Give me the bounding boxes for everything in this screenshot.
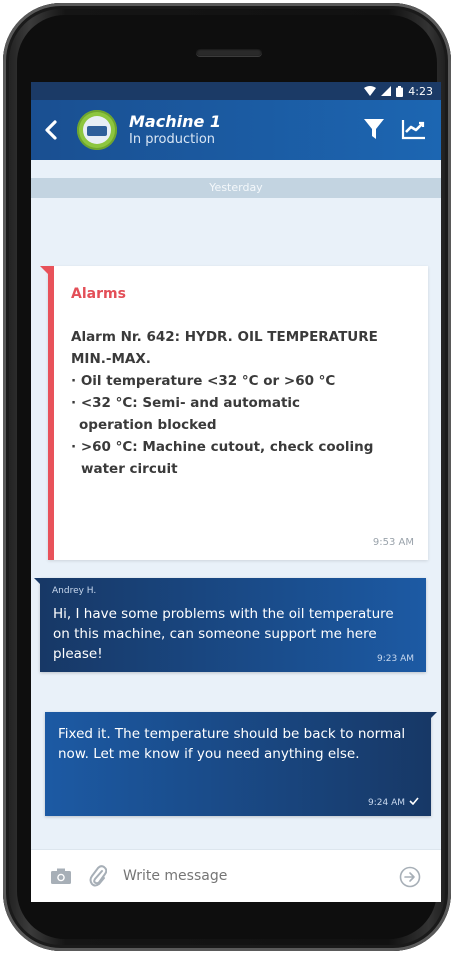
alarm-line: · Oil temperature <32 °C or >60 °C [71,373,336,389]
alarm-card[interactable]: Alarms Alarm Nr. 642: HYDR. OIL TEMPERAT… [40,266,428,560]
message-time: 9:23 AM [377,654,414,664]
trend-chart-icon[interactable] [401,118,427,144]
battery-icon [396,85,404,97]
alarm-line: MIN.-MAX. [71,351,151,367]
message-text: Fixed it. The temperature should be back… [58,726,406,762]
check-icon [409,797,419,808]
header-titles[interactable]: Machine 1 In production [129,113,221,147]
send-icon[interactable] [399,866,421,888]
phone-speaker [196,48,262,56]
incoming-message[interactable]: Andrey H. Hi, I have some problems with … [34,578,426,672]
message-input[interactable] [121,867,345,885]
filter-icon[interactable] [363,117,385,145]
alarm-title: Alarms [71,286,126,302]
message-sender: Andrey H. [52,586,97,596]
alarm-timestamp: 9:53 AM [372,537,414,548]
status-bar: 4:23 [31,82,441,100]
signal-icon [381,86,392,96]
app-screen: 4:23 Machine 1 In production Yesterday A… [31,82,441,902]
alarm-body: Alarm Nr. 642: HYDR. OIL TEMPERATURE MIN… [71,326,411,480]
alarm-line: · >60 °C: Machine cutout, check cooling [71,439,374,455]
machine-status: In production [129,131,216,147]
message-text: Hi, I have some problems with the oil te… [53,606,394,662]
paperclip-icon[interactable] [89,865,107,887]
machine-avatar[interactable] [77,110,117,150]
message-time: 9:24 AM [368,797,405,808]
alarm-line: · <32 °C: Semi- and automatic [71,395,301,411]
camera-icon[interactable] [51,868,71,884]
day-separator: Yesterday [31,178,441,198]
wifi-icon [364,86,377,96]
back-arrow-icon[interactable] [31,100,71,160]
message-timestamp: 9:24 AM [368,797,419,808]
message-timestamp: 9:23 AM [377,654,414,664]
alarm-line: operation blocked [79,417,217,433]
outgoing-message[interactable]: Fixed it. The temperature should be back… [45,712,437,816]
chat-area[interactable]: Yesterday Alarms Alarm Nr. 642: HYDR. OI… [31,160,441,850]
page-title: Machine 1 [129,112,222,132]
message-composer [31,849,441,902]
alarm-line: Alarm Nr. 642: HYDR. OIL TEMPERATURE [71,329,378,345]
alarm-line: water circuit [81,461,178,477]
status-time: 4:23 [408,84,433,98]
app-bar: Machine 1 In production [31,100,441,160]
machine-image [83,116,111,144]
